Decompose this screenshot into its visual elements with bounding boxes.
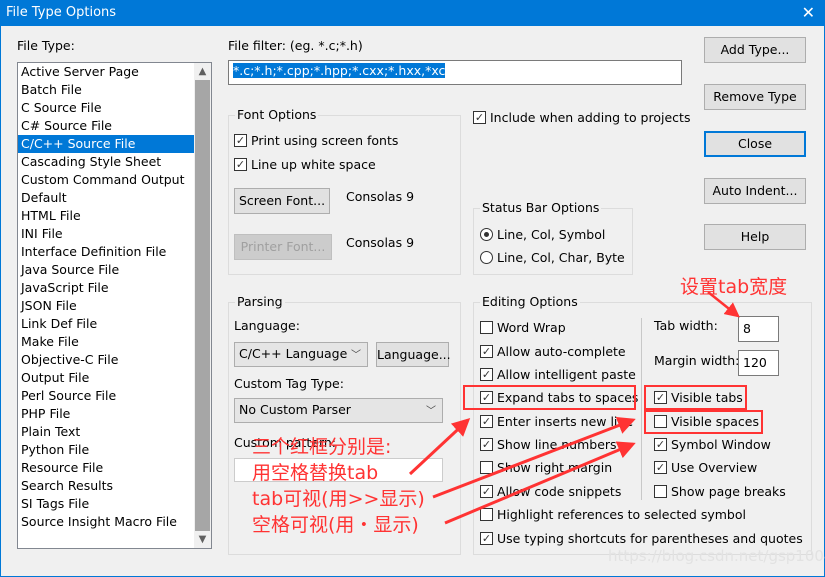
- annotation-arrows: [408, 291, 740, 525]
- arrow-icon: [707, 291, 740, 318]
- arrow-icon: [408, 417, 471, 476]
